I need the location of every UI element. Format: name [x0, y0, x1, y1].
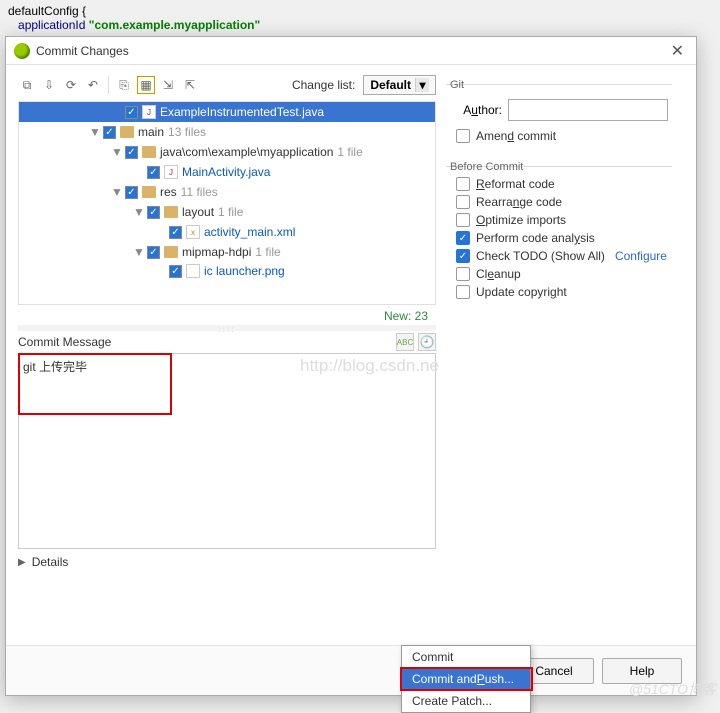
close-icon[interactable]: ✕ — [667, 41, 688, 61]
tree-row[interactable]: ▼✓ java\com\example\myapplication 1 file — [19, 142, 435, 162]
new-changelist-icon[interactable]: ⎘ — [115, 76, 133, 94]
tree-row[interactable]: ▼✓ res 11 files — [19, 182, 435, 202]
configure-link[interactable]: Configure — [615, 249, 667, 263]
split-handle[interactable]: :::: — [18, 325, 436, 331]
background-code: defaultConfig { applicationId "com.examp… — [0, 0, 268, 36]
button-bar: Commit▼ Cancel Help — [6, 645, 696, 695]
refresh-icon[interactable]: ⟳ — [62, 76, 80, 94]
commit-message-input[interactable]: git 上传完毕 — [18, 353, 436, 549]
before-commit-checkbox[interactable]: Rearrange code — [456, 195, 672, 209]
diff-icon[interactable]: ⧉ — [18, 76, 36, 94]
java-file-icon: J — [142, 105, 156, 119]
change-list-label: Change list: — [292, 78, 355, 92]
before-commit-checkbox[interactable]: ✓Check TODO (Show All)Configure — [456, 249, 672, 263]
collapse-icon[interactable]: ⇱ — [181, 76, 199, 94]
author-label: Author: — [454, 103, 502, 117]
amend-commit-checkbox[interactable]: Amend commit — [456, 129, 672, 143]
before-commit-checkbox[interactable]: Optimize imports — [456, 213, 672, 227]
file-tree[interactable]: ✓ J ExampleInstrumentedTest.java ▼✓ main… — [18, 101, 436, 305]
tree-row[interactable]: ▼✓x activity_main.xml — [19, 222, 435, 242]
commit-dropdown: Commit Commit and Push... Create Patch..… — [401, 645, 531, 713]
group-icon[interactable]: ▦ — [137, 76, 155, 94]
before-commit-legend: Before Commit — [446, 161, 523, 173]
tree-row[interactable]: ▼✓ layout 1 file — [19, 202, 435, 222]
help-button[interactable]: Help — [602, 658, 682, 684]
chevron-down-icon: ▾ — [415, 78, 429, 92]
tree-row[interactable]: ▼✓ main 13 files — [19, 122, 435, 142]
expand-icon[interactable]: ⇲ — [159, 76, 177, 94]
commit-message-label: Commit Message — [18, 335, 396, 349]
chevron-right-icon: ▶ — [18, 557, 26, 568]
tree-row[interactable]: ▼✓ ic launcher.png — [19, 262, 435, 280]
details-toggle[interactable]: ▶ Details — [18, 549, 436, 569]
png-file-icon — [186, 264, 200, 278]
app-icon — [14, 43, 30, 59]
revert-icon[interactable]: ↶ — [84, 76, 102, 94]
before-commit-checkbox[interactable]: Cleanup — [456, 267, 672, 281]
dropdown-commit[interactable]: Commit — [402, 646, 530, 668]
dropdown-create-patch[interactable]: Create Patch... — [402, 690, 530, 712]
move-icon[interactable]: ⇩ — [40, 76, 58, 94]
tree-row-selected[interactable]: ✓ J ExampleInstrumentedTest.java — [19, 102, 435, 122]
file-toolbar: ⧉ ⇩ ⟳ ↶ ⎘ ▦ ⇲ ⇱ Change list: Default ▾ — [18, 71, 436, 99]
dialog-title: Commit Changes — [36, 44, 667, 58]
new-count-label: New: 23 — [18, 305, 436, 325]
checkbox[interactable]: ✓ — [125, 106, 138, 119]
spellcheck-icon[interactable]: ABC — [396, 333, 414, 351]
before-commit-checkbox[interactable]: ✓Perform code analysis — [456, 231, 672, 245]
before-commit-checkbox[interactable]: Update copyright — [456, 285, 672, 299]
titlebar: Commit Changes ✕ — [6, 37, 696, 65]
git-legend: Git — [446, 79, 464, 91]
commit-changes-dialog: Commit Changes ✕ ⧉ ⇩ ⟳ ↶ ⎘ ▦ ⇲ ⇱ Change … — [5, 36, 697, 696]
before-commit-checkbox[interactable]: Reformat code — [456, 177, 672, 191]
change-list-select[interactable]: Default ▾ — [363, 75, 436, 95]
tree-row[interactable]: ▼✓J MainActivity.java — [19, 162, 435, 182]
author-input[interactable] — [508, 99, 668, 121]
history-icon[interactable]: 🕘 — [418, 333, 436, 351]
tree-row[interactable]: ▼✓ mipmap-hdpi 1 file — [19, 242, 435, 262]
folder-icon — [120, 126, 134, 138]
dropdown-commit-and-push[interactable]: Commit and Push... — [402, 668, 530, 690]
